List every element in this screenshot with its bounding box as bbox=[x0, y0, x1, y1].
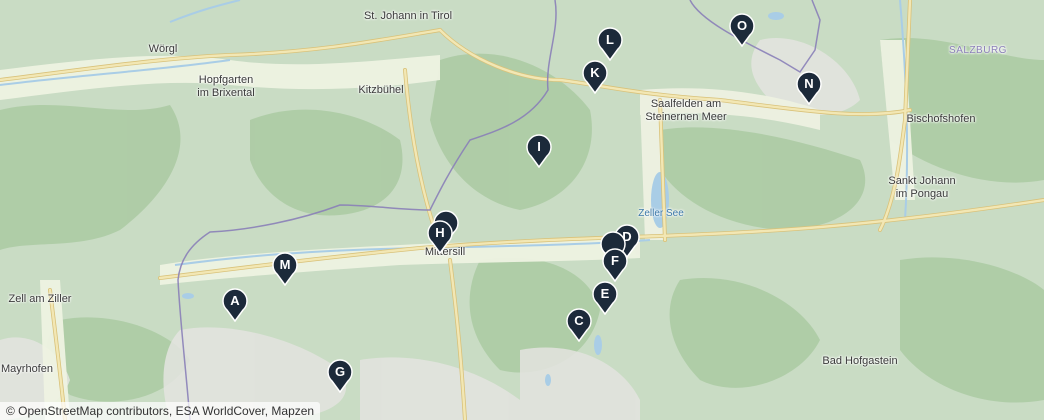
map-marker-m[interactable]: M bbox=[271, 252, 299, 286]
place-label-saalfelden: Saalfelden am Steinernen Meer bbox=[645, 98, 727, 123]
map-marker-h[interactable]: H bbox=[426, 220, 454, 254]
map-marker-c[interactable]: C bbox=[565, 308, 593, 342]
map[interactable]: Wörgl St. Johann in Tirol Hopfgarten im … bbox=[0, 0, 1044, 420]
place-label-mayrhofen: Mayrhofen bbox=[1, 363, 53, 375]
map-marker-n[interactable]: N bbox=[795, 71, 823, 105]
place-label-woergl: Wörgl bbox=[148, 43, 178, 55]
marker-label: K bbox=[590, 65, 600, 80]
place-label-bad-hofgastein: Bad Hofgastein bbox=[822, 355, 898, 367]
marker-label: O bbox=[736, 18, 748, 33]
place-label-bischofshofen: Bischofshofen bbox=[906, 113, 976, 125]
place-label-kitzbuehel: Kitzbühel bbox=[358, 84, 404, 96]
place-label-zell-am-ziller: Zell am Ziller bbox=[8, 293, 72, 305]
place-label-zeller-see: Zeller See bbox=[638, 208, 684, 219]
map-marker-l[interactable]: L bbox=[596, 27, 624, 61]
map-marker-i[interactable]: I bbox=[525, 134, 553, 168]
map-marker-a[interactable]: A bbox=[221, 288, 249, 322]
marker-label: C bbox=[574, 313, 584, 328]
marker-label: E bbox=[600, 286, 610, 301]
map-marker-k[interactable]: K bbox=[581, 60, 609, 94]
map-attribution: © OpenStreetMap contributors, ESA WorldC… bbox=[0, 402, 321, 420]
map-marker-g[interactable]: G bbox=[326, 359, 354, 393]
map-marker-e[interactable]: E bbox=[591, 281, 619, 315]
marker-label: M bbox=[279, 257, 291, 272]
place-label-hopfgarten: Hopfgarten im Brixental bbox=[197, 74, 255, 99]
marker-label: G bbox=[334, 364, 346, 379]
map-marker-o[interactable]: O bbox=[728, 13, 756, 47]
marker-label: I bbox=[537, 139, 541, 154]
marker-label: H bbox=[435, 225, 445, 240]
place-label-salzburg-region: SALZBURG bbox=[949, 45, 1007, 56]
marker-label: L bbox=[606, 32, 614, 47]
marker-label: A bbox=[230, 293, 240, 308]
marker-label: F bbox=[611, 253, 619, 268]
place-label-sankt-johann-im-pongau: Sankt Johann im Pongau bbox=[888, 175, 956, 200]
place-label-st-johann-in-tirol: St. Johann in Tirol bbox=[363, 10, 453, 22]
marker-label: N bbox=[804, 76, 814, 91]
map-marker-f[interactable]: F bbox=[601, 248, 629, 282]
